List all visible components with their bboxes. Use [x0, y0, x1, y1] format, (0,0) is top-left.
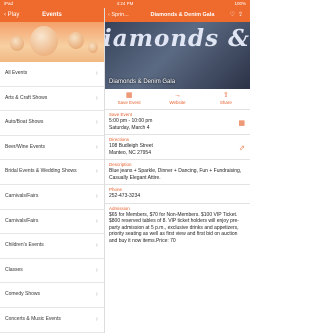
category-item[interactable]: Children's Events › — [0, 234, 104, 259]
address-line: Manteo, NC 27954 — [109, 149, 151, 156]
category-item[interactable]: Auto/Boat Shows › — [0, 111, 104, 136]
event-date: Saturday, March 4 — [109, 124, 150, 131]
favorite-icon[interactable]: ♡ — [230, 12, 238, 18]
category-item[interactable]: Carnivals/Fairs › — [0, 210, 104, 235]
chevron-right-icon: › — [95, 291, 98, 299]
category-item[interactable]: Comedy Shows › — [0, 283, 104, 308]
share-icon[interactable]: ⇪ — [238, 12, 246, 18]
hero-image — [0, 22, 104, 62]
chevron-right-icon: › — [95, 192, 98, 200]
category-label: Arts & Craft Shows — [5, 94, 48, 101]
back-label: Sprin... — [111, 12, 129, 18]
balloon-shape — [30, 26, 58, 56]
banner-art-text: iamonds & DENIM — [105, 25, 250, 52]
admission-section: Admission $65 for Members, $70 for Non-M… — [105, 204, 250, 248]
arrow-right-icon: → — [173, 92, 181, 99]
event-detail-panel: ‹ Sprin... Diamonds & Denim Gala ♡⇪ iamo… — [105, 8, 250, 333]
share-button[interactable]: ⇧ Share — [202, 89, 250, 109]
battery-label: 100% — [234, 1, 246, 6]
chevron-right-icon: › — [95, 242, 98, 250]
category-item[interactable]: Carnivals/Fairs › — [0, 185, 104, 210]
chevron-right-icon: › — [95, 94, 98, 102]
balloon-shape — [88, 42, 98, 53]
chevron-right-icon: › — [95, 266, 98, 274]
save-event-button[interactable]: ▦ Save Event — [105, 89, 153, 109]
category-item[interactable]: All Events › — [0, 62, 104, 87]
chevron-right-icon: › — [95, 119, 98, 127]
category-list: All Events › Arts & Craft Shows › Auto/Boa… — [0, 62, 104, 333]
calendar-icon: ▦ — [238, 120, 245, 127]
chevron-right-icon: › — [95, 168, 98, 176]
category-item[interactable]: Bridal Events & Wedding Shows › — [0, 160, 104, 185]
chevron-right-icon: › — [95, 217, 98, 225]
event-banner-image: iamonds & DENIM Diamonds & Denim Gala — [105, 22, 250, 89]
action-label: Website — [169, 100, 186, 105]
events-panel: ‹ Play Events All Events › Arts & Craft S… — [0, 8, 105, 333]
balloon-shape — [10, 36, 24, 51]
action-bar: ▦ Save Event → Website ⇧ Share — [105, 89, 250, 110]
category-label: Auto/Boat Shows — [5, 119, 44, 126]
description-text: Blue jeans + Sparkle, Dinner + Dancing, … — [109, 168, 242, 181]
chevron-right-icon: › — [95, 70, 98, 77]
category-item[interactable]: Arts & Craft Shows › — [0, 87, 104, 112]
directions-icon: ⬀ — [239, 145, 245, 152]
chevron-right-icon: › — [95, 315, 98, 323]
chevron-right-icon: › — [95, 143, 98, 151]
category-label: Comedy Shows — [5, 291, 41, 298]
category-label: Carnivals/Fairs — [5, 217, 39, 224]
action-label: Save Event — [117, 100, 141, 105]
back-button[interactable]: ‹ Sprin... — [108, 8, 129, 22]
phone-number: 252-473-3234 — [109, 193, 141, 199]
category-item[interactable]: Classes › — [0, 259, 104, 284]
category-label: Classes — [5, 266, 23, 273]
category-label: Bridal Events & Wedding Shows — [5, 168, 77, 175]
status-bar: iPad 4:24 PM 100% — [0, 0, 250, 8]
event-title: Diamonds & Denim Gala — [150, 12, 215, 18]
category-label: Concerts & Music Events — [5, 315, 61, 322]
phone-section[interactable]: Phone 252-473-3234 — [105, 185, 250, 204]
description-section: Description Blue jeans + Sparkle, Dinner… — [105, 160, 250, 185]
category-item[interactable]: Concerts & Music Events › — [0, 308, 104, 333]
banner-caption: Diamonds & Denim Gala — [109, 79, 176, 85]
website-button[interactable]: → Website — [153, 89, 201, 109]
clock: 4:24 PM — [116, 1, 134, 6]
action-label: Share — [219, 100, 232, 105]
category-item[interactable]: Beer/Wine Events › — [0, 136, 104, 161]
page-title: Events — [42, 12, 62, 18]
admission-text: $65 for Members, $70 for Non-Members. $1… — [109, 211, 239, 244]
category-label: Children's Events — [5, 242, 44, 249]
category-label: All Events — [5, 70, 28, 76]
right-nav-bar: ‹ Sprin... Diamonds & Denim Gala ♡⇪ — [105, 8, 250, 22]
balloon-shape — [68, 32, 84, 49]
category-label: Carnivals/Fairs — [5, 192, 39, 199]
left-nav-bar: ‹ Play Events — [0, 8, 104, 22]
nav-actions: ♡⇪ — [230, 8, 246, 22]
directions-section[interactable]: Directions 108 Budleigh Street Manteo, N… — [105, 135, 250, 160]
calendar-icon: ▦ — [125, 92, 133, 99]
category-label: Beer/Wine Events — [5, 143, 46, 150]
share-icon: ⇧ — [222, 92, 229, 99]
save-event-section[interactable]: Save Event 5:00 pm - 10:00 pm Saturday, … — [105, 110, 250, 135]
